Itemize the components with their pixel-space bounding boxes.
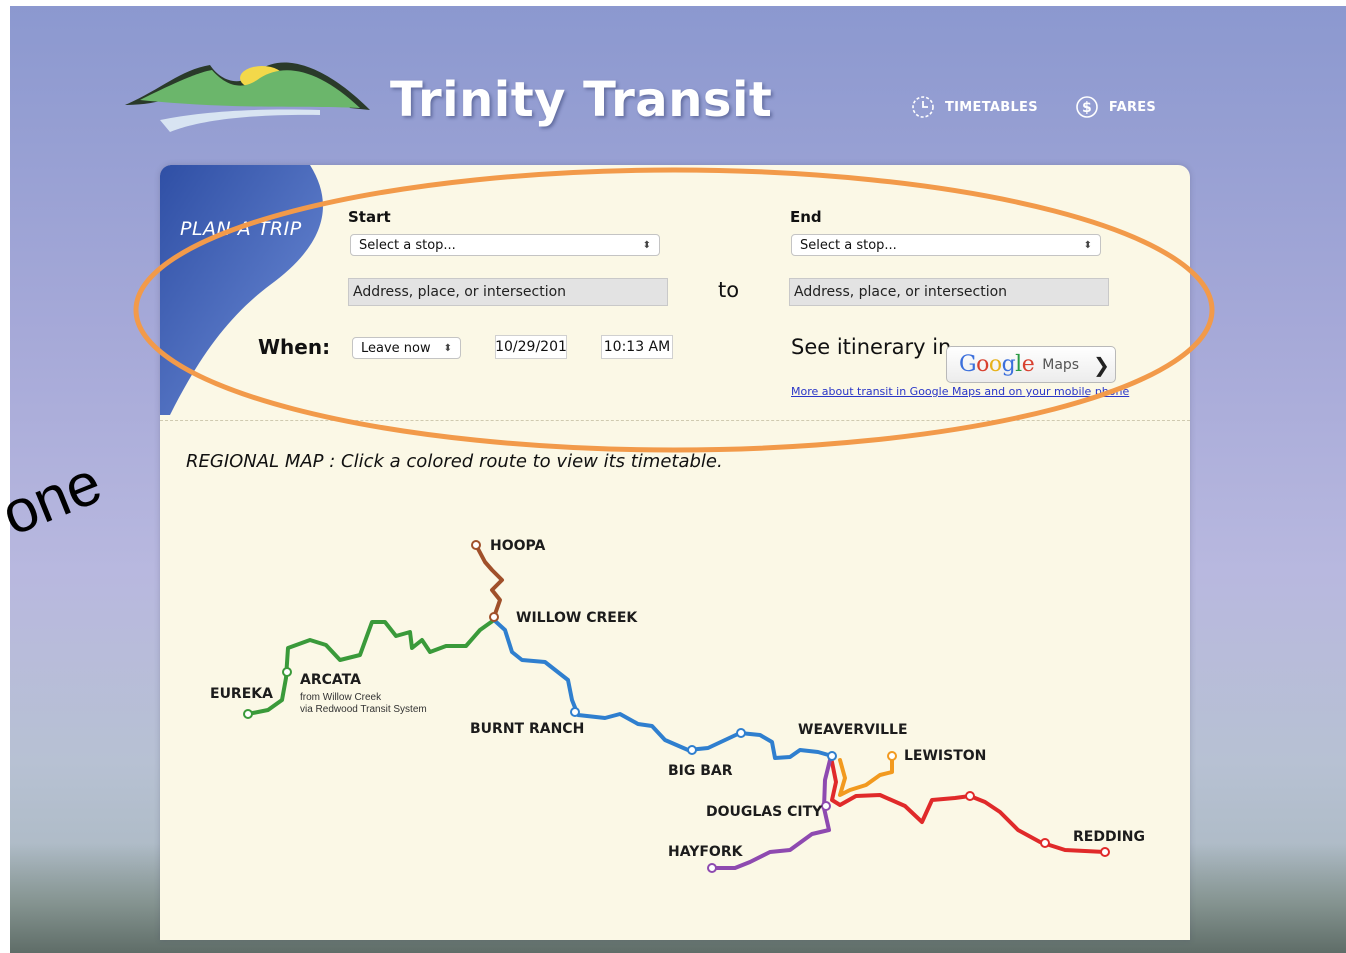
- stop-hoopa[interactable]: [471, 540, 481, 550]
- route-hoopa[interactable]: [474, 543, 504, 619]
- route-lewiston[interactable]: [838, 754, 894, 797]
- stop-arcata[interactable]: [282, 667, 292, 677]
- city-eureka: EUREKA: [210, 686, 273, 702]
- stop-big-bar[interactable]: [687, 745, 697, 755]
- stop-redding[interactable]: [1100, 847, 1110, 857]
- stop-willow-creek[interactable]: [489, 612, 499, 622]
- regional-map: HOOPA WILLOW CREEK ARCATA from Willow Cr…: [210, 538, 1145, 873]
- city-redding: REDDING: [1073, 829, 1145, 845]
- city-arcata: ARCATA: [300, 672, 361, 688]
- arcata-note-1: from Willow Creek: [300, 692, 382, 703]
- stop-redding-near[interactable]: [1040, 838, 1050, 848]
- stop-weaverville[interactable]: [827, 751, 837, 761]
- city-douglas-city: DOUGLAS CITY: [706, 804, 823, 820]
- arcata-note-2: via Redwood Transit System: [300, 704, 427, 715]
- route-weaverville[interactable]: [492, 618, 834, 760]
- stop-redding-mid[interactable]: [965, 791, 975, 801]
- stop-burnt-ranch[interactable]: [570, 707, 580, 717]
- stop-eureka[interactable]: [243, 709, 253, 719]
- city-lewiston: LEWISTON: [904, 748, 986, 764]
- city-big-bar: BIG BAR: [668, 763, 733, 779]
- stop-hayfork[interactable]: [707, 863, 717, 873]
- route-redding[interactable]: [830, 760, 1107, 854]
- stop-douglas-city[interactable]: [821, 801, 831, 811]
- city-hoopa: HOOPA: [490, 538, 545, 554]
- stop-junction[interactable]: [736, 728, 746, 738]
- city-burnt-ranch: BURNT RANCH: [470, 721, 584, 737]
- city-weaverville: WEAVERVILLE: [798, 722, 908, 738]
- stop-lewiston[interactable]: [887, 751, 897, 761]
- city-willow-creek: WILLOW CREEK: [516, 610, 638, 626]
- city-hayfork: HAYFORK: [668, 844, 744, 860]
